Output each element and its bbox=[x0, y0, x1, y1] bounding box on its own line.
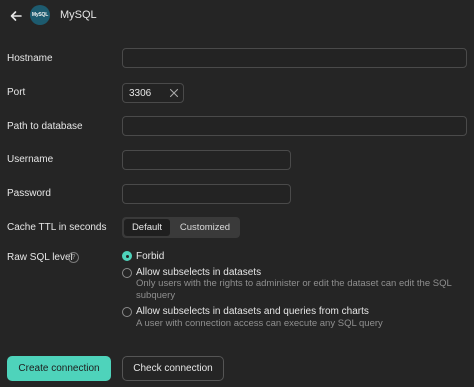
radio-forbid[interactable] bbox=[122, 251, 132, 261]
arrow-left-icon[interactable] bbox=[8, 8, 24, 24]
port-input[interactable]: 3306 bbox=[122, 83, 184, 103]
page-title: MySQL bbox=[60, 9, 97, 21]
help-icon[interactable]: ? bbox=[68, 252, 79, 263]
path-input[interactable] bbox=[122, 116, 467, 136]
header: MySQL MySQL bbox=[0, 0, 474, 34]
create-connection-button[interactable]: Create connection bbox=[7, 356, 111, 381]
option-subselects-label: Allow subselects in datasets bbox=[136, 267, 262, 278]
cache-ttl-toggle: Default Customized bbox=[122, 217, 240, 238]
option-charts-label: Allow subselects in datasets and queries… bbox=[136, 306, 369, 317]
password-input[interactable] bbox=[122, 184, 291, 204]
username-input[interactable] bbox=[122, 150, 291, 170]
option-charts-description: A user with connection access can execut… bbox=[136, 318, 383, 329]
check-connection-button[interactable]: Check connection bbox=[122, 356, 224, 381]
clear-icon[interactable] bbox=[169, 88, 179, 98]
option-subselects-description: Only users with the rights to administer… bbox=[136, 278, 452, 301]
cache-customized-option[interactable]: Customized bbox=[172, 219, 238, 236]
option-forbid-label: Forbid bbox=[136, 251, 165, 262]
port-label: Port bbox=[7, 87, 26, 98]
hostname-label: Hostname bbox=[7, 53, 53, 64]
username-label: Username bbox=[7, 154, 54, 165]
raw-sql-label: Raw SQL level bbox=[7, 252, 73, 263]
radio-allow-subselects-charts[interactable] bbox=[122, 307, 132, 317]
cache-ttl-label: Cache TTL in seconds bbox=[7, 222, 107, 233]
radio-allow-subselects[interactable] bbox=[122, 268, 132, 278]
password-label: Password bbox=[7, 188, 51, 199]
port-value: 3306 bbox=[129, 88, 152, 99]
mysql-logo: MySQL bbox=[30, 5, 50, 25]
hostname-input[interactable] bbox=[122, 48, 467, 68]
path-label: Path to database bbox=[7, 121, 83, 132]
cache-default-option[interactable]: Default bbox=[124, 219, 170, 236]
